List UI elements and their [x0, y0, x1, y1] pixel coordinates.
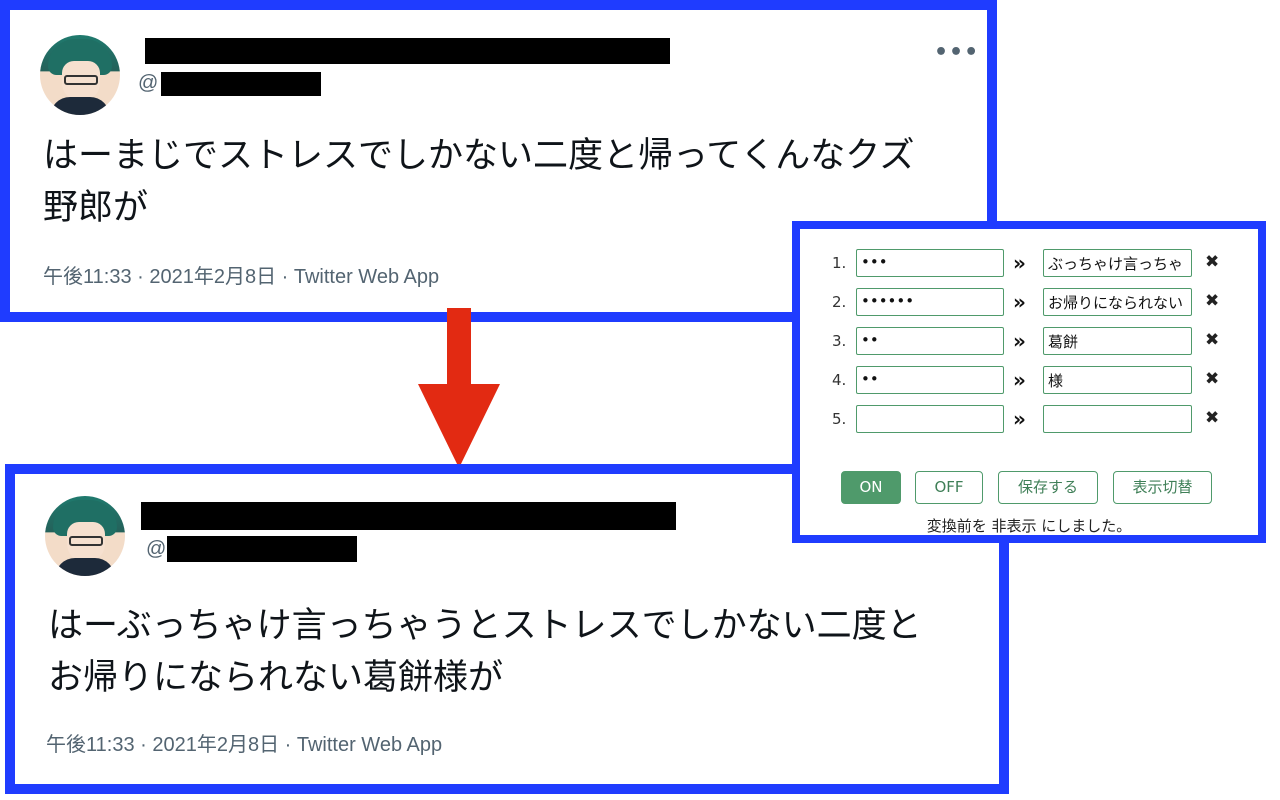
- user-avatar[interactable]: [40, 35, 120, 115]
- rule-number: 5.: [832, 410, 847, 428]
- tweet-meta: 午後11:33 · 2021年2月8日 · Twitter Web App: [43, 266, 440, 288]
- rule-number: 1.: [832, 254, 847, 272]
- chevron-right-icon: »: [1013, 251, 1026, 275]
- rule-number: 3.: [832, 332, 847, 350]
- rule-row-5: 5. » ✖: [800, 405, 1258, 435]
- rule-number: 4.: [832, 371, 847, 389]
- tweet-meta: 午後11:33 · 2021年2月8日 · Twitter Web App: [46, 734, 443, 756]
- rule-from-input[interactable]: ••: [856, 327, 1004, 355]
- redacted-handle: [167, 536, 357, 562]
- redacted-handle: [161, 72, 321, 96]
- delete-rule-icon[interactable]: ✖: [1205, 369, 1219, 389]
- rule-row-3: 3. •• » 葛餅 ✖: [800, 327, 1258, 357]
- rule-from-input[interactable]: ••••••: [856, 288, 1004, 316]
- rule-from-input[interactable]: [856, 405, 1004, 433]
- handle-at-sign: @: [138, 72, 159, 94]
- delete-rule-icon[interactable]: ✖: [1205, 330, 1219, 350]
- on-button[interactable]: ON: [841, 471, 901, 504]
- rule-row-1: 1. ••• » ぶっちゃけ言っちゃ ✖: [800, 249, 1258, 279]
- delete-rule-icon[interactable]: ✖: [1205, 408, 1219, 428]
- replace-settings-panel: 1. ••• » ぶっちゃけ言っちゃ ✖ 2. •••••• » お帰りになられ…: [792, 221, 1266, 543]
- down-arrow-icon: [418, 384, 500, 468]
- chevron-right-icon: »: [1013, 407, 1026, 431]
- arrow-shaft: [447, 308, 471, 386]
- rule-from-input[interactable]: ••: [856, 366, 1004, 394]
- rule-to-input[interactable]: 葛餅: [1043, 327, 1192, 355]
- rule-to-input[interactable]: お帰りになられない: [1043, 288, 1192, 316]
- handle-at-sign: @: [146, 538, 167, 560]
- rule-to-input[interactable]: ぶっちゃけ言っちゃ: [1043, 249, 1192, 277]
- redacted-display-name: [141, 502, 676, 530]
- chevron-right-icon: »: [1013, 329, 1026, 353]
- status-message: 変換前を 非表示 にしました。: [926, 517, 1132, 535]
- rule-to-input[interactable]: [1043, 405, 1192, 433]
- rule-number: 2.: [832, 293, 847, 311]
- tweet-text: はーぶっちゃけ言っちゃうとストレスでしかない二度とお帰りになられない葛餅様が: [48, 606, 922, 698]
- delete-rule-icon[interactable]: ✖: [1205, 291, 1219, 311]
- rule-row-4: 4. •• » 様 ✖: [800, 366, 1258, 396]
- rule-row-2: 2. •••••• » お帰りになられない ✖: [800, 288, 1258, 318]
- chevron-right-icon: »: [1013, 368, 1026, 392]
- toggle-display-button[interactable]: 表示切替: [1113, 471, 1212, 504]
- rule-from-input[interactable]: •••: [856, 249, 1004, 277]
- rule-to-input[interactable]: 様: [1043, 366, 1192, 394]
- redacted-display-name: [145, 38, 670, 64]
- save-button[interactable]: 保存する: [998, 471, 1098, 504]
- chevron-right-icon: »: [1013, 290, 1026, 314]
- delete-rule-icon[interactable]: ✖: [1205, 252, 1219, 272]
- more-options-icon[interactable]: •••: [934, 40, 979, 65]
- off-button[interactable]: OFF: [915, 471, 983, 504]
- user-avatar[interactable]: [45, 496, 125, 576]
- tweet-text: はーまじでストレスでしかない二度と帰ってくんなクズ野郎が: [43, 136, 915, 228]
